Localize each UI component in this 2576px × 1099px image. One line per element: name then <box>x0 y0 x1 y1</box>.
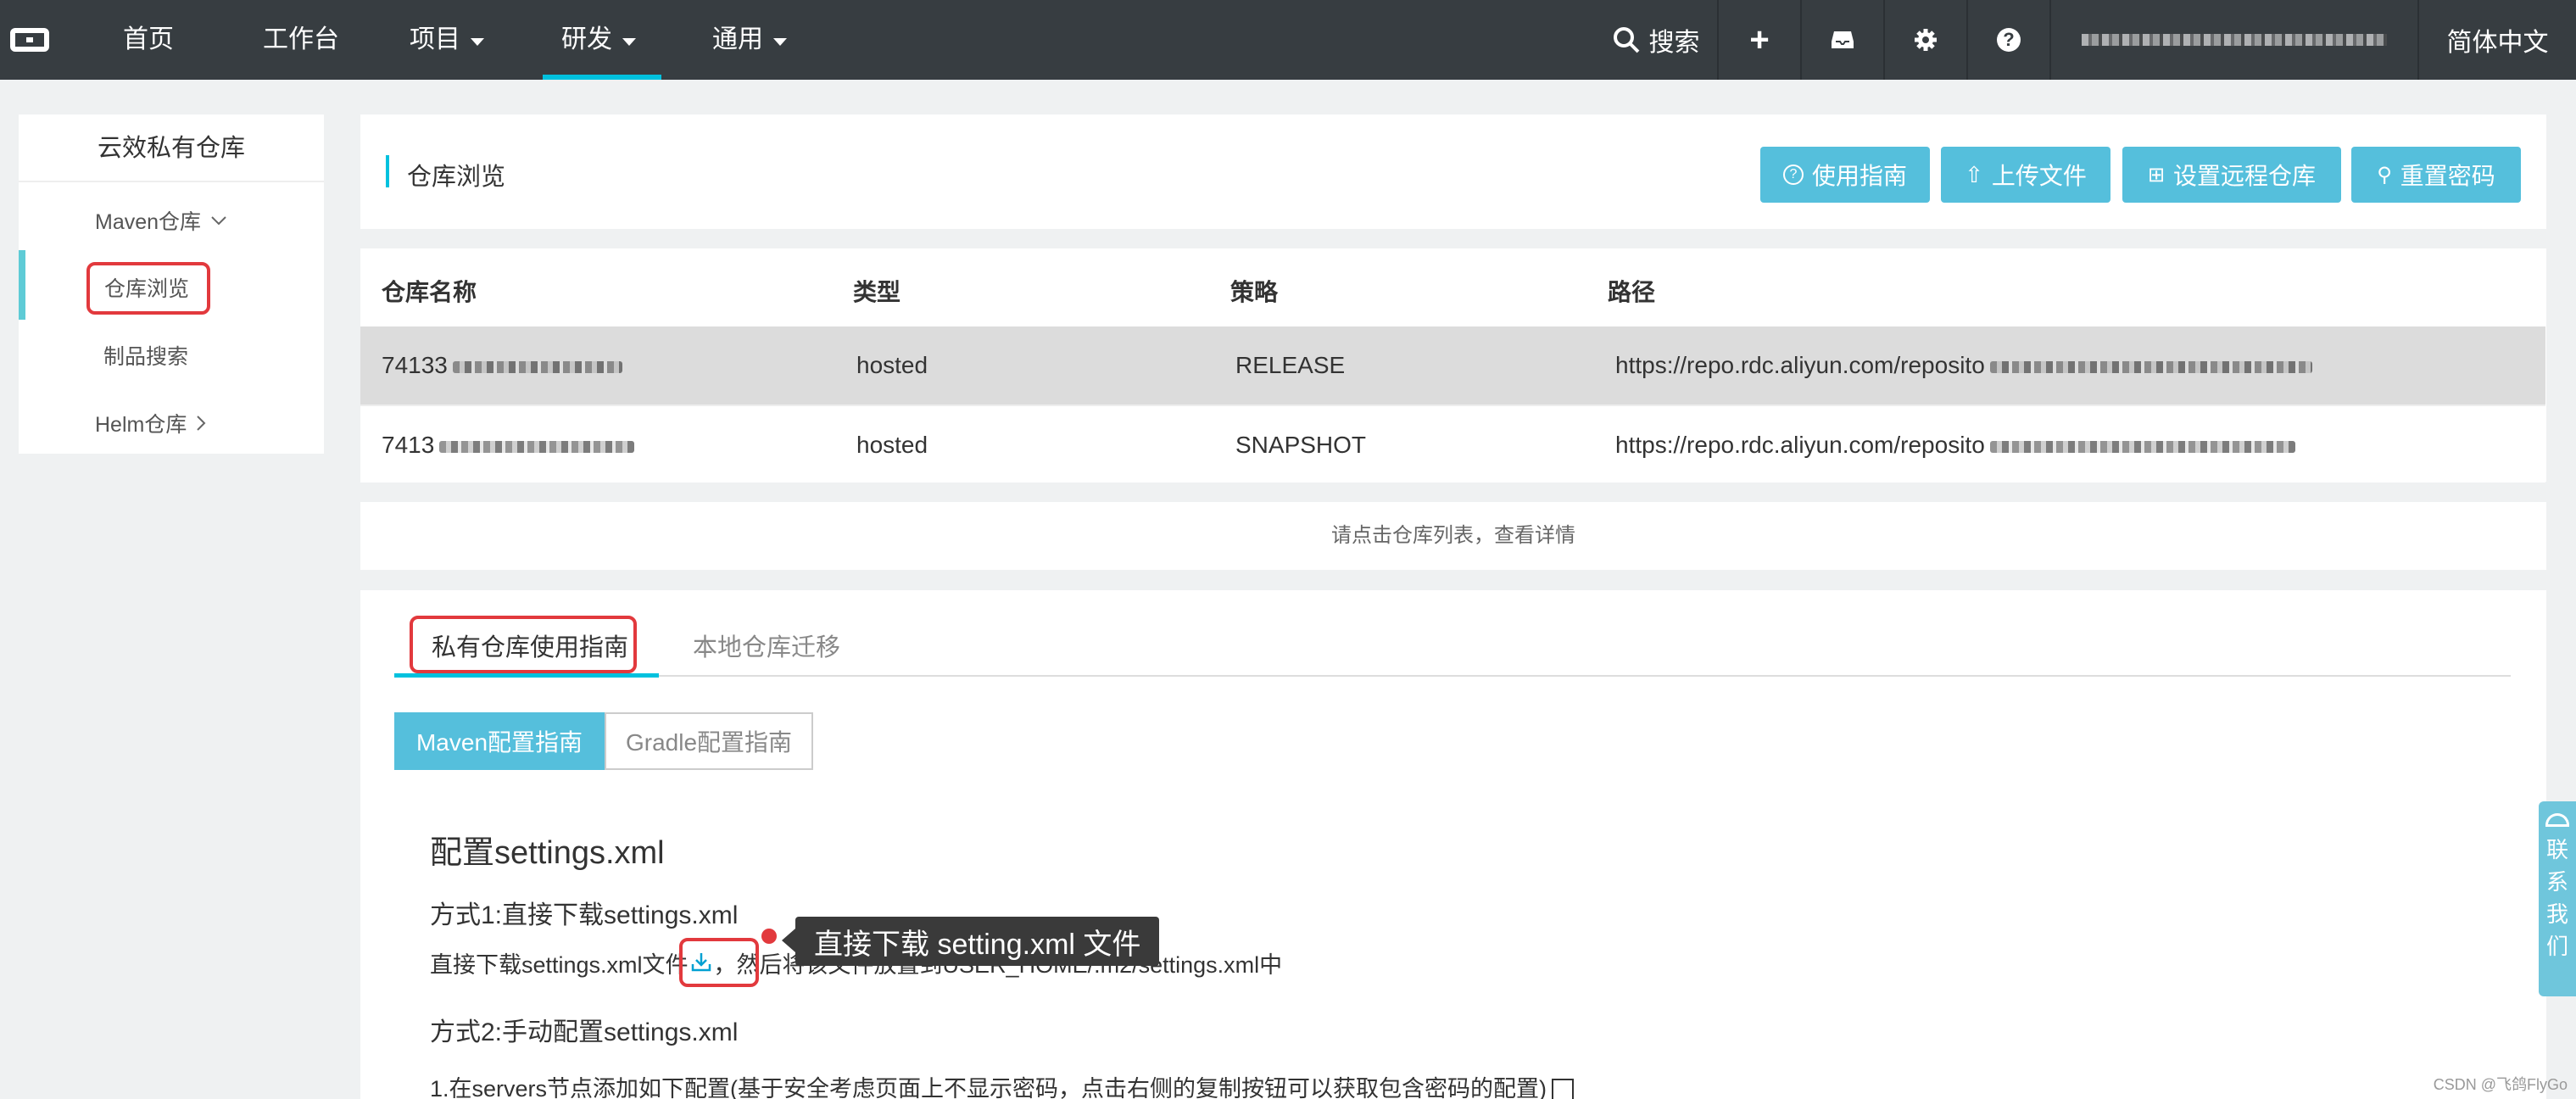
link-icon: ⚲ <box>2377 163 2392 187</box>
cell-name: 74133 <box>382 352 622 379</box>
tab-divider <box>394 675 2511 677</box>
chevron-down-icon <box>211 216 226 226</box>
cell-policy: SNAPSHOT <box>1235 432 1367 458</box>
upload-button[interactable]: ⇧ 上传文件 <box>1941 147 2110 203</box>
caret-down-icon <box>773 37 787 46</box>
method2-heading: 方式2:手动配置settings.xml <box>430 1018 739 1046</box>
sidebar-title: 云效私有仓库 <box>19 114 324 182</box>
inbox-icon <box>1832 31 1854 48</box>
top-navbar: 首页 工作台 项目 研发 通用 搜索 + ? 简体中文 <box>0 0 2576 80</box>
table-row[interactable]: 74133 hosted RELEASE https://repo.rdc.al… <box>360 326 2545 404</box>
settings-button[interactable] <box>1885 0 1966 80</box>
title-accent <box>386 155 389 187</box>
sidebar: 云效私有仓库 Maven仓库 仓库浏览 制品搜索 Helm仓库 <box>19 114 324 454</box>
blurred-text <box>1989 360 2312 373</box>
cell-name: 7413 <box>382 432 635 459</box>
cell-path: https://repo.rdc.aliyun.com/reposito <box>1615 352 2312 379</box>
help-button[interactable]: ? <box>1968 0 2049 80</box>
question-icon: ? <box>1997 28 2021 52</box>
sidebar-item-search[interactable]: 制品搜索 <box>103 340 188 371</box>
inbox-button[interactable] <box>1802 0 1883 80</box>
highlight-box <box>86 262 210 315</box>
select-repo-hint: 请点击仓库列表，查看详情 <box>360 502 2546 570</box>
remote-repo-button[interactable]: ⊞ 设置远程仓库 <box>2122 147 2341 203</box>
nav-active-indicator <box>543 75 661 80</box>
search-icon <box>1613 27 1639 53</box>
add-button[interactable]: + <box>1719 0 1800 80</box>
user-menu[interactable] <box>2051 0 2417 80</box>
method1-heading: 方式1:直接下载settings.xml <box>430 901 739 929</box>
tab-active-indicator <box>394 673 659 678</box>
username-blurred <box>2082 34 2387 46</box>
search-button[interactable]: 搜索 <box>1594 0 1717 80</box>
highlight-box <box>410 616 637 673</box>
gear-icon <box>1915 29 1937 51</box>
contact-us-button[interactable]: 联 系 我 们 <box>2539 801 2576 996</box>
column-header-path: 路径 <box>1608 279 1656 305</box>
caret-down-icon <box>622 37 636 46</box>
column-header-type: 类型 <box>853 279 901 305</box>
usage-guide-panel: 私有仓库使用指南 本地仓库迁移 Maven配置指南 Gradle配置指南 配置s… <box>360 590 2546 1099</box>
chevron-right-icon <box>197 416 206 431</box>
plus-icon: + <box>1749 20 1770 59</box>
repo-table: 仓库名称 类型 策略 路径 74133 hosted RELEASE https… <box>360 248 2546 483</box>
cell-policy: RELEASE <box>1235 352 1346 378</box>
blurred-text <box>1989 440 2295 453</box>
reset-password-button[interactable]: ⚲ 重置密码 <box>2351 147 2521 203</box>
nav-workbench[interactable]: 工作台 <box>263 0 339 80</box>
sidebar-group-helm[interactable]: Helm仓库 <box>95 408 207 438</box>
column-header-policy: 策略 <box>1230 279 1279 305</box>
upload-icon: ⇧ <box>1965 161 1983 187</box>
watermark: CSDN @飞鸽FlyGo <box>2433 1076 2568 1093</box>
step1-text: 1.在servers节点添加如下配置(基于安全考虑页面上不显示密码，点击右侧的复… <box>430 1070 1575 1099</box>
column-header-name: 仓库名称 <box>382 279 477 305</box>
nav-dev[interactable]: 研发 <box>561 0 636 80</box>
highlight-box <box>679 938 759 987</box>
sidebar-active-indicator <box>19 250 25 320</box>
aliyun-logo-icon <box>10 28 49 52</box>
cell-type: hosted <box>856 352 928 378</box>
gradle-guide-button[interactable]: Gradle配置指南 <box>605 712 813 770</box>
nav-project[interactable]: 项目 <box>410 0 484 80</box>
cell-path: https://repo.rdc.aliyun.com/reposito <box>1615 432 2295 459</box>
copy-icon[interactable] <box>1552 1078 1575 1099</box>
cell-type: hosted <box>856 432 928 458</box>
tab-local-migration[interactable]: 本地仓库迁移 <box>693 628 840 663</box>
headset-icon <box>2545 813 2569 827</box>
maven-guide-button[interactable]: Maven配置指南 <box>394 712 605 770</box>
table-row[interactable]: 7413 hosted SNAPSHOT https://repo.rdc.al… <box>360 404 2545 483</box>
sidebar-group-maven[interactable]: Maven仓库 <box>95 205 228 236</box>
section-heading: 配置settings.xml <box>430 835 665 871</box>
nav-home[interactable]: 首页 <box>123 0 174 80</box>
blurred-text <box>452 360 622 373</box>
blurred-text <box>439 440 635 453</box>
page-title: 仓库浏览 <box>407 164 506 191</box>
logo[interactable] <box>0 0 59 80</box>
annotation-dot <box>761 929 777 944</box>
guide-button[interactable]: ? 使用指南 <box>1760 147 1930 203</box>
question-circle-icon: ? <box>1782 165 1804 185</box>
settings-grid-icon: ⊞ <box>2147 163 2166 187</box>
caret-down-icon <box>471 37 484 46</box>
nav-general[interactable]: 通用 <box>712 0 787 80</box>
repo-browse-header: 仓库浏览 ? 使用指南 ⇧ 上传文件 ⊞ 设置远程仓库 ⚲ 重置密码 <box>360 114 2546 229</box>
language-switch[interactable]: 简体中文 <box>2419 0 2576 80</box>
download-tooltip: 直接下载 setting.xml 文件 <box>781 917 1160 966</box>
